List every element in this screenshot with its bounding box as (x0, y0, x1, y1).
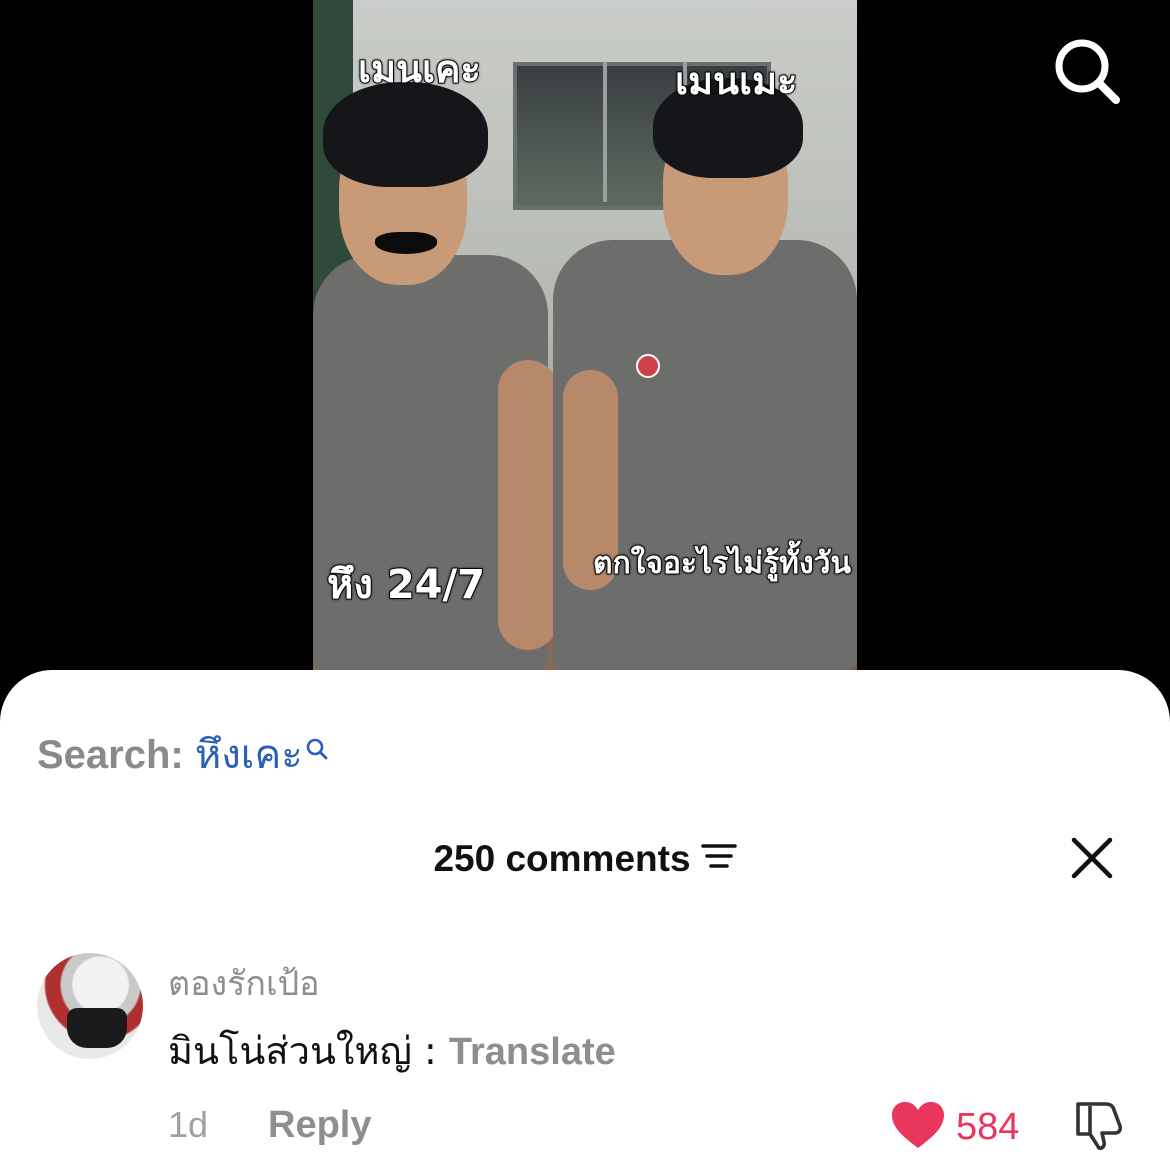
video-player[interactable]: เมนเคะ เมนเมะ หึง 24/7 ตกใจอะไรไม่รู้ทั้… (0, 0, 1170, 700)
comments-sheet: Search: หึงเคะ 250 comments ตองรักเป้อ ม… (0, 670, 1170, 1176)
close-icon[interactable] (1068, 834, 1116, 882)
thumbs-down-icon[interactable] (1070, 1098, 1124, 1152)
shirt-heart-badge (636, 354, 660, 378)
comments-header: 250 comments (0, 838, 1170, 880)
sort-icon[interactable] (700, 837, 737, 879)
comment-age: 1d (168, 1104, 209, 1145)
comment-username[interactable]: ตองรักเป้อ (168, 956, 320, 1010)
overlay-text-bottom-left: หึง 24/7 (326, 561, 486, 609)
reply-button[interactable]: Reply (268, 1104, 371, 1147)
arm (498, 360, 558, 650)
video-frame[interactable]: เมนเคะ เมนเมะ หึง 24/7 ตกใจอะไรไม่รู้ทั้… (313, 0, 857, 670)
like-count: 584 (956, 1106, 1020, 1148)
mustache-sticker (375, 232, 437, 254)
avatar-mask (67, 1008, 127, 1048)
search-icon (305, 726, 329, 771)
comment-count: 250 comments (433, 838, 691, 879)
overlay-text-bottom-right: ตกใจอะไรไม่รู้ทั้งวัน (592, 545, 852, 582)
search-icon[interactable] (1050, 34, 1122, 106)
search-suggestion[interactable]: Search: หึงเคะ (37, 722, 329, 786)
comment-text: มินโน่ส่วนใหญ่ : Translate (168, 1020, 616, 1081)
comment-body: มินโน่ส่วนใหญ่ : (168, 1029, 437, 1073)
heart-icon[interactable] (890, 1100, 946, 1150)
overlay-text-top-right: เมนเมะ (674, 58, 798, 104)
window-bar (603, 62, 607, 202)
translate-link[interactable]: Translate (449, 1031, 616, 1073)
overlay-text-top-left: เมนเคะ (357, 46, 482, 92)
search-keyword-link[interactable]: หึงเคะ (195, 732, 303, 778)
search-prefix: Search: (37, 733, 184, 777)
avatar[interactable] (37, 953, 143, 1059)
